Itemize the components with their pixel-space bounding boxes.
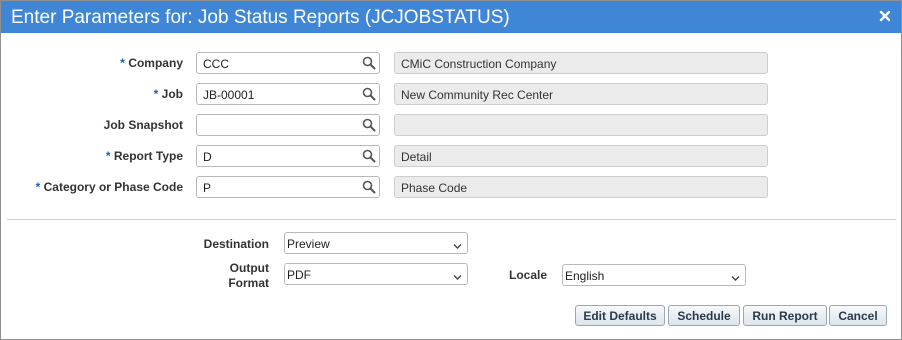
category-phase-value: P [203,181,212,195]
output-format-label: Output Format [228,261,269,290]
search-icon[interactable] [362,180,376,194]
category-phase-label: * Category or Phase Code [35,180,183,194]
dialog-titlebar: Enter Parameters for: Job Status Reports… [1,1,901,33]
param-row-company: * Company CCC CMiC Construction Company [1,52,901,76]
required-marker: * [153,87,159,101]
category-phase-description: Phase Code [394,176,768,198]
job-value: JB-00001 [203,88,255,102]
close-icon[interactable] [877,8,893,24]
chevron-down-icon [731,271,740,281]
output-format-select[interactable]: PDF [284,263,468,285]
company-value: CCC [203,57,229,71]
dialog-title: Enter Parameters for: Job Status Reports… [11,7,510,28]
required-marker: * [105,149,111,163]
category-phase-field[interactable]: P [196,176,380,198]
search-icon[interactable] [362,56,376,70]
report-type-field[interactable]: D [196,145,380,167]
job-snapshot-field[interactable] [196,114,380,136]
search-icon[interactable] [362,118,376,132]
destination-label: Destination [203,237,269,251]
required-marker: * [35,180,41,194]
company-description: CMiC Construction Company [394,52,768,74]
job-snapshot-description [394,114,768,136]
job-snapshot-label: Job Snapshot [103,118,183,132]
cancel-button[interactable]: Cancel [829,305,887,326]
search-icon[interactable] [362,149,376,163]
param-row-category-phase: * Category or Phase Code P Phase Code [1,176,901,200]
job-label: * Job [153,87,183,101]
destination-value: Preview [287,237,330,251]
chevron-down-icon [453,239,462,249]
report-type-label: * Report Type [105,149,183,163]
section-divider [7,219,896,220]
edit-defaults-button[interactable]: Edit Defaults [575,305,665,326]
report-type-value: D [203,150,212,164]
locale-label: Locale [508,268,547,282]
company-label: * Company [120,56,183,70]
job-description: New Community Rec Center [394,83,768,105]
output-format-value: PDF [287,268,311,282]
schedule-button[interactable]: Schedule [668,305,740,326]
param-row-report-type: * Report Type D Detail [1,145,901,169]
param-row-job: * Job JB-00001 New Community Rec Center [1,83,901,107]
locale-value: English [565,269,605,283]
required-marker: * [120,56,125,70]
destination-select[interactable]: Preview [284,232,468,254]
param-row-job-snapshot: Job Snapshot [1,114,901,138]
job-field[interactable]: JB-00001 [196,83,380,105]
company-field[interactable]: CCC [196,52,380,74]
locale-select[interactable]: English [562,264,746,286]
run-report-button[interactable]: Run Report [743,305,827,326]
search-icon[interactable] [362,87,376,101]
chevron-down-icon [453,270,462,280]
report-type-description: Detail [394,145,768,167]
report-parameters-dialog: Enter Parameters for: Job Status Reports… [0,0,902,340]
